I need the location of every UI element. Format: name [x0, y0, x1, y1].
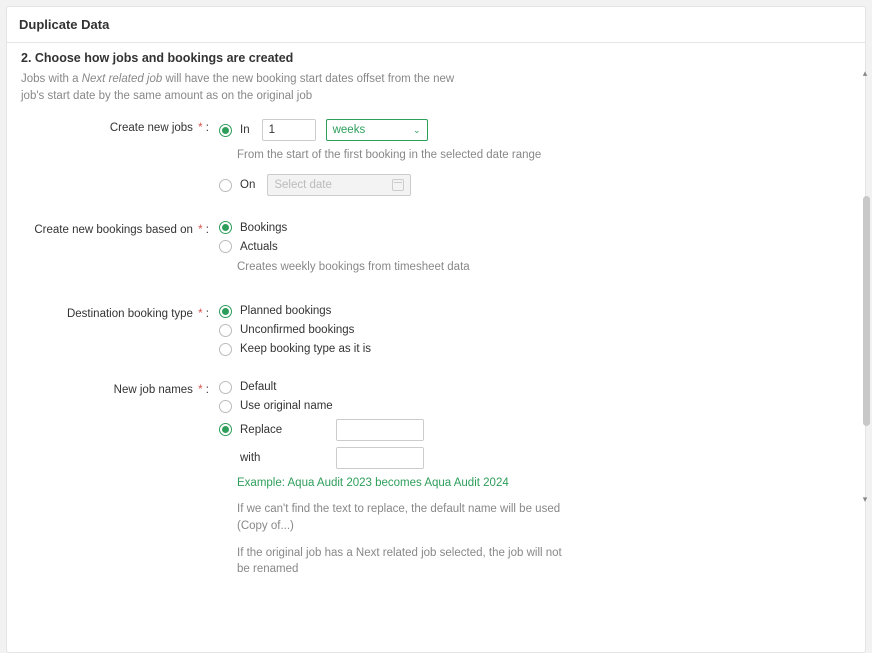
opt-keep: Keep booking type as it is	[219, 343, 851, 356]
with-label: with	[240, 452, 336, 464]
radio-original[interactable]	[219, 400, 232, 413]
row-new-job-names: New job names * : Default Use original n…	[21, 380, 851, 588]
opt-actuals: Actuals	[219, 240, 851, 253]
on-date-placeholder: Select date	[274, 179, 332, 191]
section-2-title: 2. Choose how jobs and bookings are crea…	[21, 51, 851, 65]
opt-in: In weeks ⌄	[219, 119, 851, 141]
replace-example: Example: Aqua Audit 2023 becomes Aqua Au…	[237, 475, 577, 492]
in-hint: From the start of the first booking in t…	[237, 147, 577, 164]
label-text: Create new bookings based on	[34, 224, 193, 236]
radio-default[interactable]	[219, 381, 232, 394]
label-dest-booking-type: Destination booking type * :	[21, 304, 219, 320]
duplicate-data-panel: Duplicate Data 2. Choose how jobs and bo…	[6, 6, 866, 653]
section-2-description: Jobs with a Next related job will have t…	[21, 71, 461, 104]
calendar-icon	[392, 179, 404, 191]
controls-new-job-names: Default Use original name Replace with E…	[219, 380, 851, 588]
controls-create-new-jobs: In weeks ⌄ From the start of the first b…	[219, 118, 851, 202]
opt-replace: Replace	[219, 419, 851, 441]
opt-planned: Planned bookings	[219, 305, 851, 318]
radio-replace[interactable]	[219, 423, 232, 436]
replace-note-nextrelated: If the original job has a Next related j…	[237, 545, 577, 578]
scrollbar-thumb[interactable]	[863, 196, 870, 426]
radio-in[interactable]	[219, 124, 232, 137]
controls-dest-booking-type: Planned bookings Unconfirmed bookings Ke…	[219, 304, 851, 362]
actuals-hint: Creates weekly bookings from timesheet d…	[237, 259, 577, 276]
radio-on-label: On	[240, 179, 255, 191]
controls-bookings-based-on: Bookings Actuals Creates weekly bookings…	[219, 220, 851, 286]
required-marker: *	[195, 308, 203, 320]
label-text: Destination booking type	[67, 308, 193, 320]
required-marker: *	[195, 224, 203, 236]
radio-on[interactable]	[219, 179, 232, 192]
label-create-new-jobs: Create new jobs * :	[21, 118, 219, 134]
desc-em: Next related job	[82, 73, 163, 85]
scroll-arrow-down-icon[interactable]: ▾	[860, 494, 870, 504]
row-dest-booking-type: Destination booking type * : Planned boo…	[21, 304, 851, 362]
radio-unconfirmed[interactable]	[219, 324, 232, 337]
panel-body: 2. Choose how jobs and bookings are crea…	[7, 43, 865, 652]
on-controls: Select date	[267, 174, 411, 196]
opt-default: Default	[219, 381, 851, 394]
row-create-new-jobs: Create new jobs * : In weeks ⌄ From the …	[21, 118, 851, 202]
label-new-job-names: New job names * :	[21, 380, 219, 396]
opt-unconfirmed: Unconfirmed bookings	[219, 324, 851, 337]
radio-actuals-label: Actuals	[240, 241, 278, 253]
row-bookings-based-on: Create new bookings based on * : Booking…	[21, 220, 851, 286]
label-text: Create new jobs	[110, 122, 193, 134]
required-marker: *	[195, 122, 203, 134]
in-controls: weeks ⌄	[262, 119, 428, 141]
unit-dropdown-value: weeks	[333, 124, 366, 136]
on-date-picker: Select date	[267, 174, 411, 196]
radio-replace-label: Replace	[240, 424, 336, 436]
opt-original: Use original name	[219, 400, 851, 413]
replace-note-notfound: If we can't find the text to replace, th…	[237, 501, 577, 534]
radio-bookings-label: Bookings	[240, 222, 287, 234]
radio-keep-label: Keep booking type as it is	[240, 343, 371, 355]
unit-dropdown[interactable]: weeks ⌄	[326, 119, 428, 141]
panel-title: Duplicate Data	[7, 7, 865, 43]
radio-bookings[interactable]	[219, 221, 232, 234]
label-bookings-based-on: Create new bookings based on * :	[21, 220, 219, 236]
radio-original-label: Use original name	[240, 400, 333, 412]
radio-default-label: Default	[240, 381, 276, 393]
scrollbar-track[interactable]	[863, 76, 870, 496]
replace-find-input[interactable]	[336, 419, 424, 441]
radio-planned[interactable]	[219, 305, 232, 318]
radio-actuals[interactable]	[219, 240, 232, 253]
in-number-input[interactable]	[262, 119, 316, 141]
opt-with: with	[219, 447, 851, 469]
radio-keep[interactable]	[219, 343, 232, 356]
replace-with-input[interactable]	[336, 447, 424, 469]
required-marker: *	[195, 384, 203, 396]
radio-unconfirmed-label: Unconfirmed bookings	[240, 324, 354, 336]
radio-in-label: In	[240, 124, 250, 136]
desc-prefix: Jobs with a	[21, 73, 82, 85]
chevron-down-icon: ⌄	[413, 125, 421, 136]
opt-bookings: Bookings	[219, 221, 851, 234]
radio-planned-label: Planned bookings	[240, 305, 331, 317]
label-text: New job names	[114, 384, 193, 396]
opt-on: On Select date	[219, 174, 851, 196]
